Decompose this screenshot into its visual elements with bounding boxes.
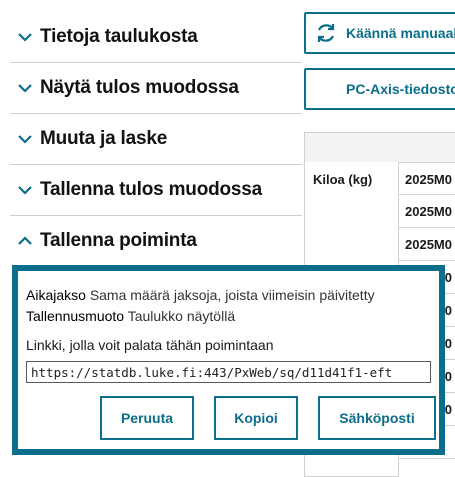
pc-axis-file-label: PC-Axis-tiedosto [346,81,455,97]
table-cell: 2025M0 [399,228,455,261]
accordion-item-modify-calculate[interactable]: Muuta ja laske [10,114,302,165]
accordion-item-label: Muuta ja laske [40,128,168,149]
table-cell: 2025M0 [399,195,455,228]
accordion-item-save-result[interactable]: Tallenna tulos muodossa [10,165,302,216]
query-link-input[interactable] [26,361,431,383]
table-header [304,132,455,162]
format-value: Taulukko näytöllä [127,308,236,324]
accordion-item-save-query[interactable]: Tallenna poiminta [10,216,302,266]
format-row: Tallennusmuoto Taulukko näytöllä [26,306,431,327]
translate-manual-label: Käännä manuaali [346,25,455,41]
accordion-item-label: Tallenna tulos muodossa [40,179,263,200]
accordion-item-show-result[interactable]: Näytä tulos muodossa [10,63,302,114]
chevron-down-icon [10,182,40,198]
translate-manual-button[interactable]: Käännä manuaali [304,12,455,54]
table-cell: 2025M0 [399,162,455,195]
chevron-down-icon [10,131,40,147]
format-key: Tallennusmuoto [26,308,125,324]
period-key: Aikajakso [26,287,86,303]
accordion-item-table-info[interactable]: Tietoja taulukosta [10,12,302,63]
pc-axis-file-button[interactable]: PC-Axis-tiedosto [304,68,455,110]
accordion-item-label: Näytä tulos muodossa [40,77,239,98]
refresh-icon [317,24,335,42]
chevron-up-icon [10,233,40,249]
email-button[interactable]: Sähköposti [318,396,436,440]
accordion: Tietoja taulukosta Näytä tulos muodossa … [10,12,302,266]
copy-button[interactable]: Kopioi [214,396,298,440]
period-value: Sama määrä jaksoja, joista viimeisin päi… [89,287,375,303]
chevron-down-icon [10,80,40,96]
link-label: Linkki, jolla voit palata tähän poiminta… [26,337,274,353]
chevron-down-icon [10,29,40,45]
period-row: Aikajakso Sama määrä jaksoja, joista vii… [26,285,431,306]
save-query-dialog: Aikajakso Sama määrä jaksoja, joista vii… [12,265,445,455]
accordion-item-label: Tallenna poiminta [40,230,197,251]
cancel-button[interactable]: Peruuta [100,396,194,440]
accordion-item-label: Tietoja taulukosta [40,26,198,47]
